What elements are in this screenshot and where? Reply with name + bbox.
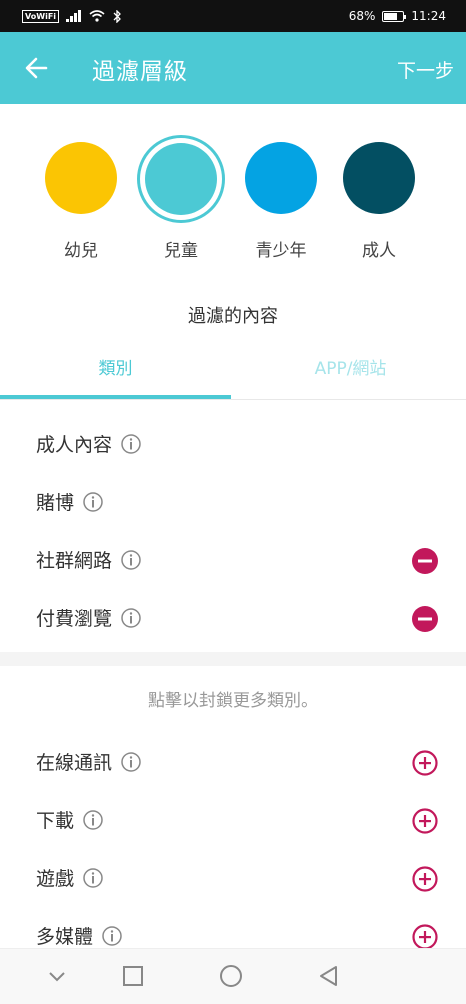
info-icon[interactable] xyxy=(101,925,123,947)
add-circle-icon[interactable] xyxy=(412,924,438,950)
app-header: 過濾層級 下一步 xyxy=(0,32,466,104)
add-circle-icon[interactable] xyxy=(412,866,438,892)
category-label-group: 社群網路 xyxy=(36,546,142,573)
section-title: 過濾的內容 xyxy=(188,306,278,327)
content-tabs: 類別 APP/網站 xyxy=(0,340,466,400)
system-nav-bar xyxy=(0,948,466,1004)
back-button[interactable] xyxy=(22,53,52,83)
battery-icon xyxy=(382,10,407,22)
level-toddler-label: 幼兒 xyxy=(64,241,98,261)
status-right: 68% 11:24 xyxy=(349,9,446,23)
category-label: 在線通訊 xyxy=(36,752,113,774)
category-label: 成人內容 xyxy=(36,434,113,456)
info-icon[interactable] xyxy=(120,751,142,773)
category-label: 下載 xyxy=(36,810,75,832)
category-row: 付費瀏覽 xyxy=(0,590,466,648)
bluetooth-icon xyxy=(113,9,121,23)
category-label-group: 多媒體 xyxy=(36,922,123,949)
category-label: 遊戲 xyxy=(36,868,75,890)
level-toddler-option[interactable]: 幼兒 xyxy=(26,120,136,261)
category-label-group: 在線通訊 xyxy=(36,748,142,775)
level-child-circle xyxy=(145,143,217,215)
category-row: 賭博 xyxy=(0,474,466,532)
info-icon[interactable] xyxy=(120,433,142,455)
category-row: 成人內容 xyxy=(0,416,466,474)
info-icon[interactable] xyxy=(82,867,104,889)
next-button[interactable]: 下一步 xyxy=(397,56,454,83)
category-label-group: 付費瀏覽 xyxy=(36,604,142,631)
remove-circle-icon[interactable] xyxy=(412,606,438,632)
info-icon[interactable] xyxy=(82,809,104,831)
level-toddler-circle xyxy=(45,142,117,214)
info-icon[interactable] xyxy=(82,491,104,513)
info-icon[interactable] xyxy=(120,549,142,571)
square-icon[interactable] xyxy=(120,963,146,989)
section-divider xyxy=(0,652,466,666)
battery-percent: 68% xyxy=(348,9,376,23)
category-label-group: 賭博 xyxy=(36,488,104,515)
category-label: 多媒體 xyxy=(36,926,94,948)
status-bar: VoWiFi 68% 11:24 xyxy=(0,0,466,32)
add-circle-icon[interactable] xyxy=(412,750,438,776)
category-label: 付費瀏覽 xyxy=(36,608,113,630)
arrow-left-icon xyxy=(25,57,48,79)
vowifi-badge: VoWiFi xyxy=(22,9,60,23)
level-adult-circle xyxy=(343,142,415,214)
add-circle-icon[interactable] xyxy=(412,808,438,834)
level-adult-label: 成人 xyxy=(362,241,396,261)
category-label-group: 下載 xyxy=(36,806,104,833)
remove-circle-icon[interactable] xyxy=(412,548,438,574)
category-row: 下載 xyxy=(0,792,466,850)
filter-level-selector: 幼兒 兒童 青少年 成人 xyxy=(0,120,466,290)
tab-apps-websites[interactable]: APP/網站 xyxy=(235,340,466,400)
category-label: 社群網路 xyxy=(36,550,113,572)
category-label-group: 遊戲 xyxy=(36,864,104,891)
category-row: 遊戲 xyxy=(0,850,466,908)
level-child-option[interactable]: 兒童 xyxy=(126,120,236,261)
category-row: 社群網路 xyxy=(0,532,466,590)
page-title: 過濾層級 xyxy=(92,59,188,85)
level-teen-label: 青少年 xyxy=(255,241,307,261)
signal-icon xyxy=(66,10,82,22)
hint-text: 點擊以封鎖更多類別。 xyxy=(148,691,318,711)
circle-icon[interactable] xyxy=(218,963,244,989)
status-left: VoWiFi xyxy=(22,9,122,23)
wifi-icon xyxy=(89,10,105,22)
level-child-label: 兒童 xyxy=(164,241,198,261)
status-time: 11:24 xyxy=(411,9,446,23)
tab-indicator xyxy=(0,395,231,399)
level-teen-option[interactable]: 青少年 xyxy=(226,120,336,261)
category-row: 在線通訊 xyxy=(0,734,466,792)
category-label: 賭博 xyxy=(36,492,75,514)
level-teen-circle xyxy=(245,142,317,214)
level-adult-option[interactable]: 成人 xyxy=(324,120,434,261)
battery-fill xyxy=(384,12,397,20)
category-label-group: 成人內容 xyxy=(36,430,142,457)
tab-categories[interactable]: 類別 xyxy=(0,340,231,400)
triangle-back-icon[interactable] xyxy=(316,963,342,989)
selected-ring xyxy=(137,135,225,223)
back-chevron-icon[interactable] xyxy=(44,963,70,989)
info-icon[interactable] xyxy=(120,607,142,629)
